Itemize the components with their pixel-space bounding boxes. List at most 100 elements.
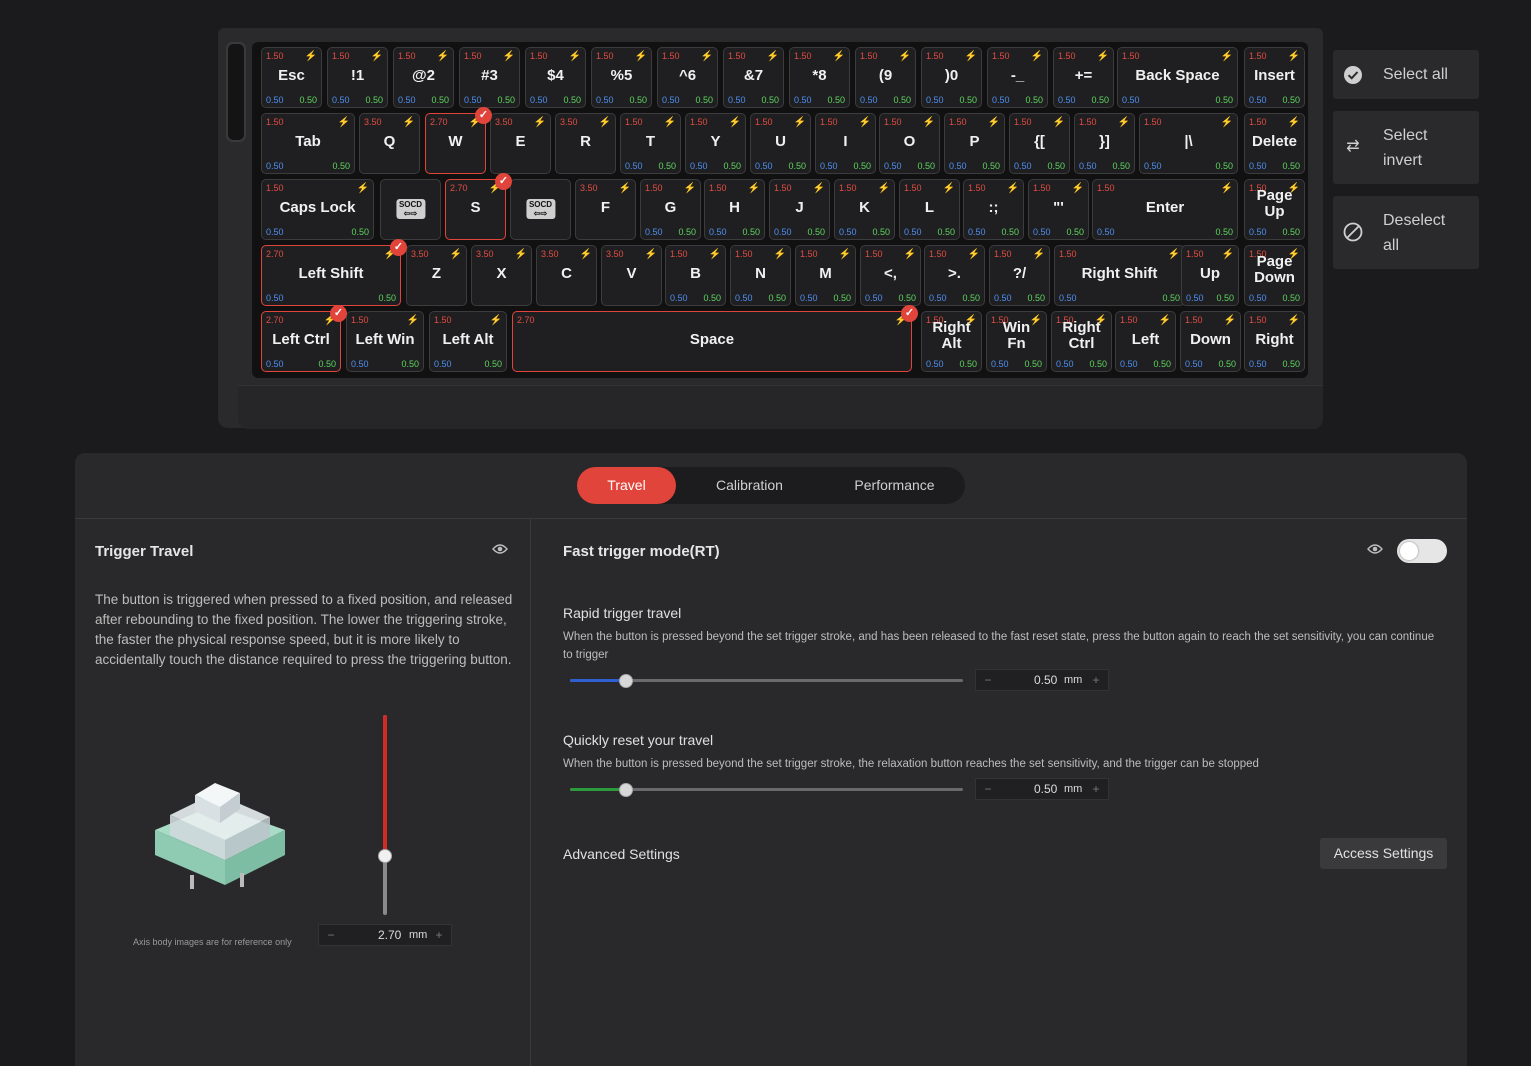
key[interactable]: 1.50 ⚡ Enter 0.50 0.50	[1092, 179, 1238, 240]
trigger-travel-slider[interactable]	[378, 715, 392, 915]
key[interactable]: 1.50 ⚡ Tab 0.50 0.50	[261, 113, 355, 174]
key[interactable]: 2.70 ⚡ W	[425, 113, 486, 174]
trigger-travel-stepper[interactable]: − 2.70 mm +	[318, 924, 452, 946]
key[interactable]: 1.50 ⚡ $4 0.50 0.50	[525, 47, 586, 108]
key[interactable]: 1.50 ⚡ "' 0.50 0.50	[1028, 179, 1089, 240]
key[interactable]: 1.50 ⚡ %5 0.50 0.50	[591, 47, 652, 108]
key[interactable]: 3.50 ⚡ Z	[406, 245, 467, 306]
key[interactable]: 1.50 ⚡ Right 0.50 0.50	[1244, 311, 1305, 372]
key[interactable]: 1.50 ⚡ (9 0.50 0.50	[855, 47, 916, 108]
key[interactable]: 1.50 ⚡ P 0.50 0.50	[944, 113, 1005, 174]
key-label: W	[448, 133, 463, 150]
key[interactable]: 1.50 ⚡ Win Fn 0.50 0.50	[986, 311, 1047, 372]
key[interactable]: 1.50 ⚡ Back Space 0.50 0.50	[1117, 47, 1238, 108]
trigger-travel-slider-thumb[interactable]	[378, 849, 392, 863]
key[interactable]: 1.50 ⚡ Left Win 0.50 0.50	[346, 311, 424, 372]
decrement-button[interactable]: −	[978, 670, 998, 690]
key[interactable]: 1.50 ⚡ ^6 0.50 0.50	[657, 47, 718, 108]
key[interactable]: 1.50 ⚡ M 0.50 0.50	[795, 245, 856, 306]
actuation-value: 1.50	[662, 51, 680, 61]
tab-performance[interactable]: Performance	[822, 467, 967, 504]
quick-reset-slider[interactable]	[570, 783, 963, 797]
select-invert-button[interactable]: ⇄ Select invert	[1333, 111, 1479, 184]
increment-button[interactable]: +	[1086, 670, 1106, 690]
key[interactable]: SOCD ⇦⇨	[380, 179, 441, 240]
lightning-icon: ⚡	[406, 315, 419, 326]
key[interactable]: 1.50 ⚡ U 0.50 0.50	[750, 113, 811, 174]
decrement-button[interactable]: −	[321, 925, 341, 945]
key[interactable]: 1.50 ⚡ K 0.50 0.50	[834, 179, 895, 240]
key[interactable]: 3.50 ⚡ C	[536, 245, 597, 306]
key[interactable]: 1.50 ⚡ Right Shift 0.50 0.50	[1054, 245, 1185, 306]
key[interactable]: 1.50 ⚡ Esc 0.50 0.50	[261, 47, 322, 108]
increment-button[interactable]: +	[429, 925, 449, 945]
key[interactable]: 3.50 ⚡ V	[601, 245, 662, 306]
key-label: I	[843, 133, 848, 150]
key[interactable]: 1.50 ⚡ J 0.50 0.50	[769, 179, 830, 240]
key[interactable]: 1.50 ⚡ Page Down 0.50 0.50	[1244, 245, 1305, 306]
key[interactable]: 1.50 ⚡}] 0.50 0.50	[1074, 113, 1135, 174]
key[interactable]: 1.50 ⚡ O 0.50 0.50	[879, 113, 940, 174]
increment-button[interactable]: +	[1086, 779, 1106, 799]
key[interactable]: 1.50 ⚡ Left Alt 0.50 0.50	[429, 311, 507, 372]
key[interactable]: 1.50 ⚡ N 0.50 0.50	[730, 245, 791, 306]
key[interactable]: 1.50 ⚡ #3 0.50 0.50	[459, 47, 520, 108]
key[interactable]: 2.70 ⚡ S	[445, 179, 506, 240]
key[interactable]: 1.50 ⚡ &7 0.50 0.50	[723, 47, 784, 108]
key[interactable]: 1.50 ⚡ B 0.50 0.50	[665, 245, 726, 306]
key[interactable]: 2.70 ⚡ Space	[512, 311, 912, 372]
key[interactable]: 1.50 ⚡ I 0.50 0.50	[815, 113, 876, 174]
decrement-button[interactable]: −	[978, 779, 998, 799]
key[interactable]: 2.70 ⚡ Left Ctrl 0.50 0.50	[261, 311, 341, 372]
rapid-trigger-stepper[interactable]: − 0.50 mm +	[975, 669, 1109, 691]
access-settings-button[interactable]: Access Settings	[1320, 838, 1447, 869]
key[interactable]: 3.50 ⚡ E	[490, 113, 551, 174]
key[interactable]: 1.50 ⚡)0 0.50 0.50	[921, 47, 982, 108]
key[interactable]: 1.50 ⚡ Left 0.50 0.50	[1115, 311, 1176, 372]
key[interactable]: 2.70 ⚡ Left Shift 0.50 0.50	[261, 245, 401, 306]
key[interactable]: 3.50 ⚡ R	[555, 113, 616, 174]
key[interactable]: 1.50 ⚡ -_ 0.50 0.50	[987, 47, 1048, 108]
key[interactable]: 1.50 ⚡ <, 0.50 0.50	[860, 245, 921, 306]
key[interactable]: 1.50 ⚡ H 0.50 0.50	[704, 179, 765, 240]
eye-icon[interactable]	[1367, 542, 1383, 558]
key[interactable]: 1.50 ⚡ @2 0.50 0.50	[393, 47, 454, 108]
quick-reset-slider-thumb[interactable]	[619, 783, 634, 797]
key[interactable]: 1.50 ⚡ Y 0.50 0.50	[685, 113, 746, 174]
key[interactable]: 1.50 ⚡ Caps Lock 0.50 0.50	[261, 179, 374, 240]
key[interactable]: 1.50 ⚡ Down 0.50 0.50	[1180, 311, 1241, 372]
rapid-trigger-slider[interactable]	[570, 674, 963, 688]
key[interactable]: 1.50 ⚡ {[0.50 0.50	[1009, 113, 1070, 174]
actuation-value: 1.50	[929, 249, 947, 259]
key[interactable]: 1.50 ⚡ >. 0.50 0.50	[924, 245, 985, 306]
rapid-trigger-slider-thumb[interactable]	[619, 674, 634, 688]
key[interactable]: 1.50 ⚡ T 0.50 0.50	[620, 113, 681, 174]
key[interactable]: 1.50 ⚡ += 0.50 0.50	[1053, 47, 1114, 108]
key[interactable]: 1.50 ⚡ L 0.50 0.50	[899, 179, 960, 240]
key[interactable]: SOCD ⇦⇨	[510, 179, 571, 240]
key[interactable]: 1.50 ⚡ Right Ctrl 0.50 0.50	[1051, 311, 1112, 372]
key[interactable]: 3.50 ⚡ F	[575, 179, 636, 240]
key[interactable]: 1.50 ⚡ Right Alt 0.50 0.50	[921, 311, 982, 372]
key[interactable]: 1.50 ⚡ Insert 0.50 0.50	[1244, 47, 1305, 108]
key[interactable]: 1.50 ⚡ G 0.50 0.50	[640, 179, 701, 240]
key[interactable]: 3.50 ⚡ X	[471, 245, 532, 306]
key[interactable]: 3.50 ⚡ Q	[359, 113, 420, 174]
key[interactable]: 1.50 ⚡ Up 0.50 0.50	[1181, 245, 1239, 306]
actuation-value: 1.50	[820, 117, 838, 127]
lightning-icon: ⚡	[1096, 51, 1109, 62]
deselect-all-button[interactable]: Deselect all	[1333, 196, 1479, 269]
fast-trigger-toggle[interactable]	[1397, 539, 1447, 563]
quick-reset-stepper[interactable]: − 0.50 mm +	[975, 778, 1109, 800]
key[interactable]: 1.50 ⚡ |\ 0.50 0.50	[1139, 113, 1238, 174]
key[interactable]: 1.50 ⚡ ?/ 0.50 0.50	[989, 245, 1050, 306]
key[interactable]: 1.50 ⚡ *8 0.50 0.50	[789, 47, 850, 108]
tab-calibration[interactable]: Calibration	[682, 467, 817, 504]
key[interactable]: 1.50 ⚡ !1 0.50 0.50	[327, 47, 388, 108]
key[interactable]: 1.50 ⚡:; 0.50 0.50	[963, 179, 1024, 240]
key[interactable]: 1.50 ⚡ Page Up 0.50 0.50	[1244, 179, 1305, 240]
select-all-button[interactable]: Select all	[1333, 50, 1479, 99]
eye-icon[interactable]	[492, 542, 508, 558]
tab-travel[interactable]: Travel	[577, 467, 676, 504]
key[interactable]: 1.50 ⚡ Delete 0.50 0.50	[1244, 113, 1305, 174]
